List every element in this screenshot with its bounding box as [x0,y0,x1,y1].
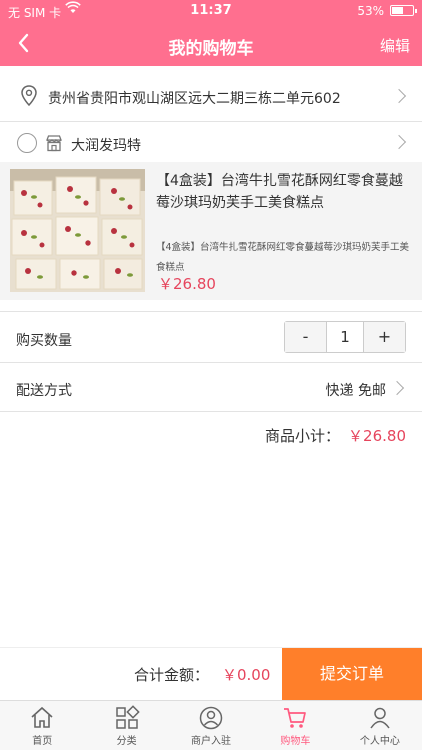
status-bar: 无 SIM 卡 11:37 53% [0,0,422,22]
subtotal-label: 商品小计： [264,427,340,445]
subtotal-row: 商品小计： ￥26.80 [0,423,422,447]
quantity-row: 购买数量 - 1 + [0,311,422,363]
tab-merchant[interactable]: 商户入驻 [169,701,253,750]
submit-order-button[interactable]: 提交订单 [282,648,422,700]
store-row[interactable]: 大润发玛特 [0,124,422,162]
delivery-value: 快递 免邮 [325,383,386,399]
battery-percent: 53% [357,4,384,18]
total-value: ￥0.00 [222,666,271,684]
product-spec: 【4盒装】台湾牛扎雪花酥网红零食蔓越莓沙琪玛奶芙手工美食糕点 [156,242,410,273]
nav-bar: 我的购物车 编辑 [0,22,422,66]
quantity-label: 购买数量 [16,333,72,349]
category-icon [115,705,140,729]
cart-item[interactable]: 【4盒装】台湾牛扎雪花酥网红零食蔓越莓沙琪玛奶芙手工美食糕点 【4盒装】台湾牛扎… [0,162,422,300]
total-label: 合计金额： [134,666,210,684]
address-row[interactable]: 贵州省贵阳市观山湖区远大二期三栋二单元602 [0,70,422,122]
product-image[interactable] [10,169,145,292]
tab-bar: 首页 分类 商户入驻 购物车 个人中心 [0,700,422,750]
tab-profile[interactable]: 个人中心 [338,701,422,750]
location-pin-icon [20,84,38,112]
quantity-stepper: - 1 + [284,321,406,353]
tab-home[interactable]: 首页 [0,701,84,750]
tab-label: 首页 [32,736,53,747]
delivery-row[interactable]: 配送方式 快递 免邮 [0,364,422,412]
quantity-input[interactable]: 1 [326,322,364,352]
edit-button[interactable]: 编辑 [380,35,410,56]
store-select-radio[interactable] [17,133,37,153]
tab-label: 分类 [116,736,137,747]
user-icon [370,707,390,729]
increase-button[interactable]: + [364,322,405,352]
decrease-button[interactable]: - [285,322,326,352]
checkout-bar: 合计金额： ￥0.00 提交订单 [0,647,422,700]
tab-label: 购物车 [280,736,311,747]
delivery-label: 配送方式 [16,383,72,399]
header-bar: 无 SIM 卡 11:37 53% 我的购物车 编辑 [0,0,422,66]
chevron-right-icon [391,134,407,150]
store-name: 大润发玛特 [71,138,141,154]
shop-icon [45,134,63,156]
chevron-right-icon [391,88,407,104]
product-price: ￥26.80 [158,275,216,293]
tab-label: 个人中心 [359,736,400,747]
product-title[interactable]: 【4盒装】台湾牛扎雪花酥网红零食蔓越莓沙琪玛奶芙手工美食糕点 [156,170,412,214]
tab-category[interactable]: 分类 [84,701,168,750]
tab-cart[interactable]: 购物车 [253,701,337,750]
page-title: 我的购物车 [168,39,254,59]
home-icon [31,706,53,728]
cart-icon [284,708,307,728]
tab-label: 商户入驻 [191,736,232,747]
merchant-icon [199,706,223,730]
battery-icon [390,5,417,16]
chevron-right-icon [389,380,405,396]
subtotal-value: ￥26.80 [348,427,406,445]
address-text: 贵州省贵阳市观山湖区远大二期三栋二单元602 [48,91,341,107]
